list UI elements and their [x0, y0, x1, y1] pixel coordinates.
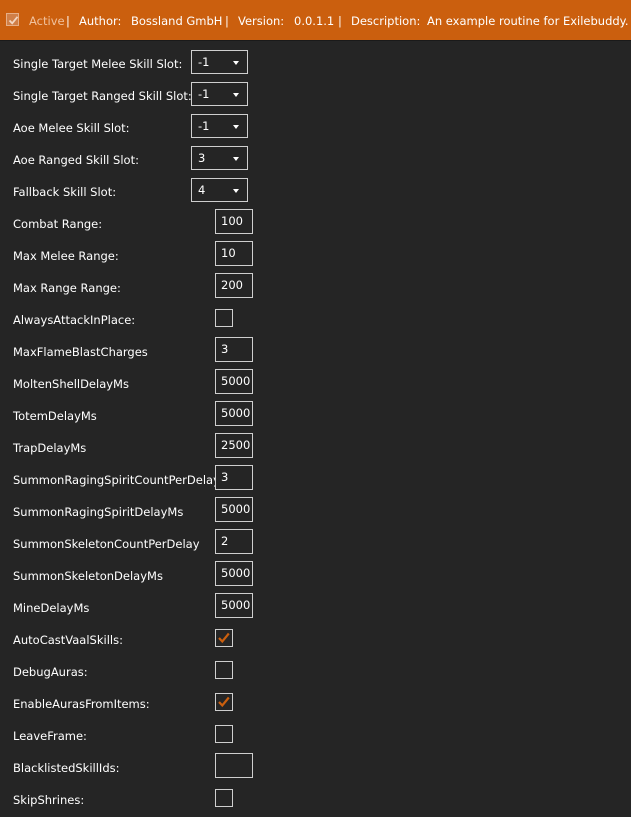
mine-delay-ms-label: MineDelayMs	[13, 601, 90, 615]
input-value: 5000	[221, 406, 251, 420]
blacklisted-skill-ids-label: BlacklistedSkillIds:	[13, 761, 120, 775]
combo-value: 4	[198, 183, 206, 197]
max-range-range-label: Max Range Range:	[13, 281, 121, 295]
active-checkbox[interactable]	[6, 13, 19, 26]
debug-auras-checkbox[interactable]	[215, 661, 233, 679]
input-value: 5000	[221, 598, 251, 612]
input-value: 5000	[221, 502, 251, 516]
single-target-melee-skill-slot-label: Single Target Melee Skill Slot:	[13, 57, 183, 71]
description-value: An example routine for Exilebuddy.	[427, 14, 629, 28]
enable-auras-from-items-checkbox[interactable]	[215, 693, 233, 711]
auto-cast-vaal-skills-checkbox[interactable]	[215, 629, 233, 647]
input-value: 10	[221, 246, 236, 260]
trap-delay-ms-label: TrapDelayMs	[13, 441, 87, 455]
input-value: 3	[221, 342, 229, 356]
description-label: Description:	[351, 14, 421, 28]
checkmark-icon	[218, 632, 230, 644]
max-flame-blast-charges-input[interactable]: 3	[215, 337, 253, 362]
trap-delay-ms-input[interactable]: 2500	[215, 433, 253, 458]
molten-shell-delay-ms-input[interactable]: 5000	[215, 369, 253, 394]
combo-value: 3	[198, 151, 206, 165]
dropdown-arrow-icon	[233, 125, 239, 129]
enable-auras-from-items-label: EnableAurasFromItems:	[13, 697, 150, 711]
auto-cast-vaal-skills-label: AutoCastVaalSkills:	[13, 633, 123, 647]
input-value: 200	[221, 278, 243, 292]
max-flame-blast-charges-label: MaxFlameBlastCharges	[13, 345, 148, 359]
leave-frame-checkbox[interactable]	[215, 725, 233, 743]
always-attack-in-place-checkbox[interactable]	[215, 309, 233, 327]
leave-frame-label: LeaveFrame:	[13, 729, 87, 743]
checkmark-icon	[218, 696, 230, 708]
plugin-info-bar: Active | Author: Bossland GmbH | Version…	[0, 0, 631, 41]
input-value: 5000	[221, 566, 251, 580]
mine-delay-ms-input[interactable]: 5000	[215, 593, 253, 618]
blacklisted-skill-ids-input[interactable]	[215, 753, 253, 778]
fallback-skill-slot-combo[interactable]: 4	[191, 178, 248, 202]
input-value: 100	[221, 214, 243, 228]
combo-value: -1	[198, 87, 210, 101]
summon-raging-spirit-delay-ms-label: SummonRagingSpiritDelayMs	[13, 505, 184, 519]
skip-shrines-label: SkipShrines:	[13, 793, 85, 807]
molten-shell-delay-ms-label: MoltenShellDelayMs	[13, 377, 129, 391]
dropdown-arrow-icon	[233, 61, 239, 65]
aoe-melee-skill-slot-label: Aoe Melee Skill Slot:	[13, 121, 130, 135]
summon-skeleton-delay-ms-label: SummonSkeletonDelayMs	[13, 569, 163, 583]
input-value: 3	[221, 470, 229, 484]
dropdown-arrow-icon	[233, 157, 239, 161]
single-target-melee-skill-slot-combo[interactable]: -1	[191, 50, 248, 74]
single-target-ranged-skill-slot-label: Single Target Ranged Skill Slot:	[13, 89, 192, 103]
author-label: Author:	[79, 14, 122, 28]
totem-delay-ms-input[interactable]: 5000	[215, 401, 253, 426]
summon-raging-spirit-count-per-delay-label: SummonRagingSpiritCountPerDelay	[13, 473, 220, 487]
max-melee-range-label: Max Melee Range:	[13, 249, 119, 263]
version-value: 0.0.1.1	[294, 14, 335, 28]
separator: |	[66, 14, 70, 28]
dropdown-arrow-icon	[233, 189, 239, 193]
settings-form: Single Target Melee Skill Slot: -1 Singl…	[0, 41, 631, 817]
active-label: Active	[29, 14, 65, 28]
separator: |	[225, 14, 229, 28]
separator: |	[338, 14, 342, 28]
input-value: 2500	[221, 438, 251, 452]
single-target-ranged-skill-slot-combo[interactable]: -1	[191, 82, 248, 106]
input-value: 2	[221, 534, 229, 548]
dropdown-arrow-icon	[233, 93, 239, 97]
combat-range-label: Combat Range:	[13, 217, 103, 231]
author-value: Bossland GmbH	[131, 14, 223, 28]
totem-delay-ms-label: TotemDelayMs	[13, 409, 97, 423]
aoe-ranged-skill-slot-label: Aoe Ranged Skill Slot:	[13, 153, 139, 167]
max-melee-range-input[interactable]: 10	[215, 241, 253, 266]
combat-range-input[interactable]: 100	[215, 209, 253, 234]
max-range-range-input[interactable]: 200	[215, 273, 253, 298]
summon-skeleton-count-per-delay-input[interactable]: 2	[215, 529, 253, 554]
combo-value: -1	[198, 55, 210, 69]
summon-skeleton-count-per-delay-label: SummonSkeletonCountPerDelay	[13, 537, 200, 551]
checkmark-icon	[8, 16, 19, 25]
aoe-ranged-skill-slot-combo[interactable]: 3	[191, 146, 248, 170]
debug-auras-label: DebugAuras:	[13, 665, 88, 679]
aoe-melee-skill-slot-combo[interactable]: -1	[191, 114, 248, 138]
summon-raging-spirit-delay-ms-input[interactable]: 5000	[215, 497, 253, 522]
input-value: 5000	[221, 374, 251, 388]
always-attack-in-place-label: AlwaysAttackInPlace:	[13, 313, 136, 327]
fallback-skill-slot-label: Fallback Skill Slot:	[13, 185, 117, 199]
version-label: Version:	[238, 14, 285, 28]
combo-value: -1	[198, 119, 210, 133]
summon-skeleton-delay-ms-input[interactable]: 5000	[215, 561, 253, 586]
summon-raging-spirit-count-per-delay-input[interactable]: 3	[215, 465, 253, 490]
skip-shrines-checkbox[interactable]	[215, 789, 233, 807]
